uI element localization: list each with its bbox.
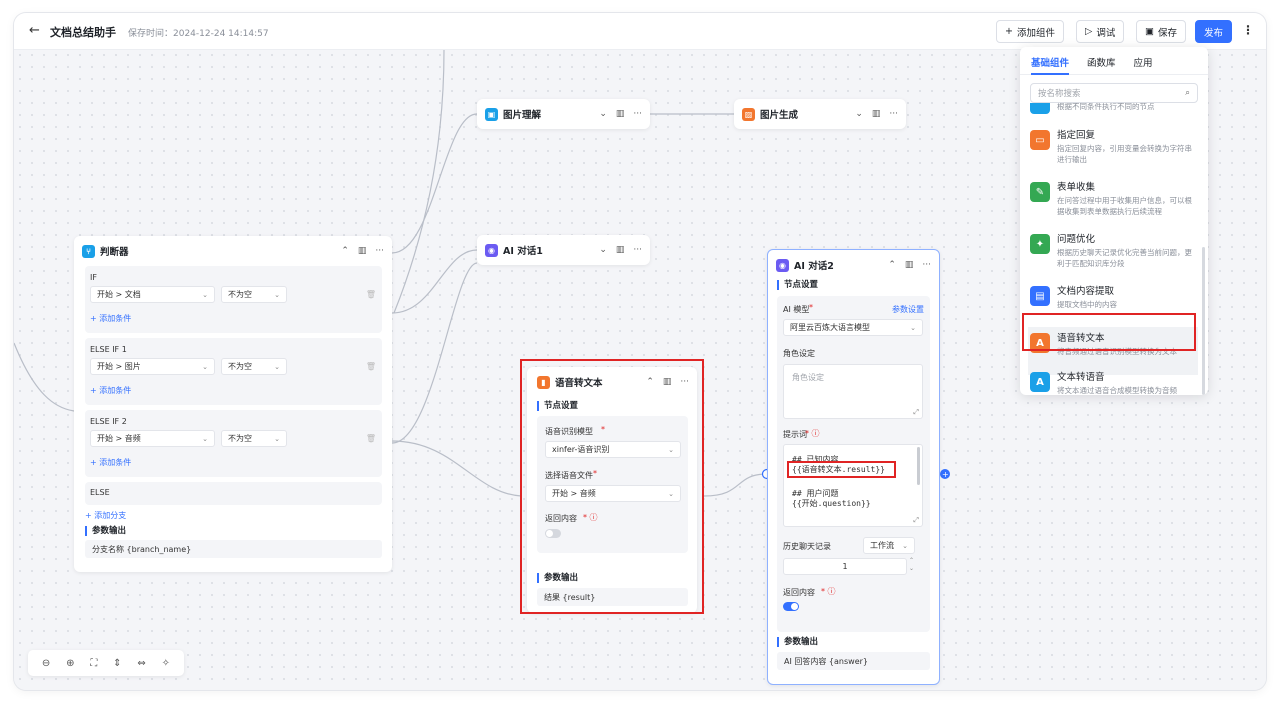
text-to-speech-icon: A bbox=[1030, 372, 1050, 392]
branch-icon: ⑂ bbox=[82, 244, 95, 258]
chevron-up-icon[interactable]: ⌃ bbox=[341, 246, 349, 256]
canvas-toolbar: ⊖ ⊕ ⛶ ⇕ ⇔ ✧ bbox=[28, 650, 184, 676]
chevron-down-icon[interactable]: ⌄ bbox=[855, 109, 863, 119]
fit-view-icon[interactable]: ⛶ bbox=[90, 658, 97, 669]
save-time: 保存时间：2024-12-24 14:14:57 bbox=[128, 29, 269, 39]
role-textarea[interactable]: 角色设定 ⤢ bbox=[783, 364, 923, 419]
app-title: 文档总结助手 bbox=[50, 26, 116, 39]
optimize-icon: ✦ bbox=[1030, 234, 1050, 254]
more-icon[interactable]: ··· bbox=[633, 109, 642, 119]
expand-all-icon[interactable]: ⇔ bbox=[137, 658, 145, 669]
add-condition-button[interactable]: + 添加条件 bbox=[90, 457, 131, 468]
image-generate-icon: ▨ bbox=[742, 107, 755, 121]
chevron-down-icon[interactable]: ⌄ bbox=[599, 245, 607, 255]
more-icon[interactable]: ··· bbox=[375, 246, 384, 256]
settings-title: 节点设置 bbox=[777, 280, 818, 290]
list-item-partial[interactable]: 根据不同条件执行不同的节点 bbox=[1030, 103, 1200, 114]
output-title: 参数输出 bbox=[777, 637, 818, 647]
image-icon: ▣ bbox=[485, 107, 498, 121]
chat-icon: ◉ bbox=[776, 258, 789, 272]
drawer-scrollbar[interactable] bbox=[1202, 247, 1205, 395]
svg-text:+: + bbox=[942, 470, 949, 479]
more-icon[interactable]: ··· bbox=[889, 109, 898, 119]
more-icon[interactable]: ··· bbox=[922, 260, 931, 270]
app-window: + ← 文档总结助手 保存时间：2024-12-24 14:14:57 + 添加组… bbox=[14, 13, 1266, 690]
output-answer: AI 回答内容 {answer} bbox=[777, 652, 930, 670]
condition-op-select[interactable]: 不为空 ⌄ bbox=[221, 358, 287, 375]
search-icon: ⌕ bbox=[1185, 88, 1190, 98]
play-icon: ▷ bbox=[1085, 26, 1093, 37]
drawer-tabs: 基础组件 函数库 应用 bbox=[1020, 47, 1208, 75]
trash-icon[interactable]: 🗑 bbox=[366, 434, 376, 443]
node-judge[interactable]: ⑂ 判断器 ⌃ ▥ ··· IF 开始 > 文档 ⌄ 不为空 ⌄ 🗑 + 添加条件 … bbox=[74, 236, 392, 572]
tab-function-library[interactable]: 函数库 bbox=[1087, 55, 1116, 75]
add-condition-button[interactable]: + 添加条件 bbox=[90, 313, 131, 324]
history-count-input[interactable]: 1 bbox=[783, 558, 907, 575]
node-image-generate[interactable]: ▨ 图片生成 ⌄ ▥ ··· bbox=[734, 99, 906, 129]
highlight-box-stt-node bbox=[520, 359, 704, 614]
more-vertical-icon[interactable]: ⋮ bbox=[1242, 23, 1254, 37]
chart-icon[interactable]: ▥ bbox=[905, 260, 914, 270]
add-branch-button[interactable]: + 添加分支 bbox=[85, 510, 126, 521]
chat-icon: ◉ bbox=[485, 243, 498, 257]
chart-icon[interactable]: ▥ bbox=[872, 109, 881, 119]
list-item-form[interactable]: ✎ 表单收集 在问答过程中用于收集用户信息，可以根据收集到表单数据执行后续流程 bbox=[1028, 176, 1198, 224]
branch-else-if-2: ELSE IF 2 开始 > 音频 ⌄ 不为空 ⌄ 🗑 + 添加条件 bbox=[85, 410, 382, 477]
scrollbar[interactable] bbox=[917, 447, 920, 485]
node-ai-chat1[interactable]: ◉ AI 对话1 ⌄ ▥ ··· bbox=[477, 235, 650, 265]
expand-icon[interactable]: ⤢ bbox=[913, 516, 919, 525]
branch-else-if-1: ELSE IF 1 开始 > 图片 ⌄ 不为空 ⌄ 🗑 + 添加条件 bbox=[85, 338, 382, 405]
publish-button[interactable]: 发布 bbox=[1195, 20, 1233, 43]
chevron-down-icon[interactable]: ⌄ bbox=[599, 109, 607, 119]
return-content-toggle[interactable] bbox=[783, 602, 799, 611]
condition-op-select[interactable]: 不为空 ⌄ bbox=[221, 286, 287, 303]
prompt-textarea[interactable]: ## 已知内容 {{语音转文本.result}} ## 用户问题 {{开始.qu… bbox=[783, 444, 923, 527]
tab-applications[interactable]: 应用 bbox=[1134, 55, 1153, 75]
branch-else: ELSE bbox=[85, 482, 382, 505]
ai-model-select[interactable]: 阿里云百炼大语言模型 ⌄ bbox=[783, 319, 923, 336]
search-input[interactable]: 按名称搜索 ⌕ bbox=[1030, 83, 1198, 103]
output-title: 参数输出 bbox=[85, 526, 126, 536]
list-item-reply[interactable]: ▭ 指定回复 指定回复内容，引用变量会转换为字符串进行输出 bbox=[1028, 124, 1198, 172]
add-component-button[interactable]: + 添加组件 bbox=[996, 20, 1064, 43]
condition-field-select[interactable]: 开始 > 文档 ⌄ bbox=[90, 286, 215, 303]
condition-field-select[interactable]: 开始 > 音频 ⌄ bbox=[90, 430, 215, 447]
highlight-box-prompt-variable bbox=[787, 461, 896, 478]
form-icon: ✎ bbox=[1030, 182, 1050, 202]
trash-icon[interactable]: 🗑 bbox=[366, 362, 376, 371]
document-icon: ▤ bbox=[1030, 286, 1050, 306]
top-header: ← 文档总结助手 保存时间：2024-12-24 14:14:57 + 添加组件 … bbox=[14, 13, 1266, 50]
collapse-icon[interactable]: ⇕ bbox=[113, 658, 121, 669]
arrow-left-icon[interactable]: ← bbox=[29, 23, 40, 38]
plus-icon: + bbox=[1005, 26, 1013, 37]
save-icon: ▣ bbox=[1145, 26, 1154, 37]
more-icon[interactable]: ··· bbox=[633, 245, 642, 255]
chart-icon[interactable]: ▥ bbox=[616, 109, 625, 119]
chart-icon[interactable]: ▥ bbox=[358, 246, 367, 256]
highlight-box-stt-item bbox=[1022, 313, 1196, 351]
chart-icon[interactable]: ▥ bbox=[616, 245, 625, 255]
condition-field-select[interactable]: 开始 > 图片 ⌄ bbox=[90, 358, 215, 375]
reply-icon: ▭ bbox=[1030, 130, 1050, 150]
save-button[interactable]: ▣ 保存 bbox=[1136, 20, 1186, 43]
debug-button[interactable]: ▷ 调试 bbox=[1076, 20, 1125, 43]
trash-icon[interactable]: 🗑 bbox=[366, 290, 376, 299]
history-mode-select[interactable]: 工作流 ⌄ bbox=[863, 537, 915, 554]
branch-icon bbox=[1030, 103, 1050, 114]
add-condition-button[interactable]: + 添加条件 bbox=[90, 385, 131, 396]
output-branch-name: 分支名称 {branch_name} bbox=[85, 540, 382, 558]
beautify-icon[interactable]: ✧ bbox=[162, 658, 170, 669]
list-item-text-to-speech[interactable]: A 文本转语音 将文本通过语音合成模型转换为音频 bbox=[1028, 366, 1198, 395]
expand-icon[interactable]: ⤢ bbox=[913, 408, 919, 417]
tab-basic-components[interactable]: 基础组件 bbox=[1031, 55, 1070, 75]
zoom-out-icon[interactable]: ⊖ bbox=[42, 658, 50, 669]
condition-op-select[interactable]: 不为空 ⌄ bbox=[221, 430, 287, 447]
zoom-in-icon[interactable]: ⊕ bbox=[66, 658, 74, 669]
param-settings-link[interactable]: 参数设置 bbox=[892, 304, 924, 315]
chevron-up-icon[interactable]: ⌃ bbox=[888, 260, 896, 270]
branch-if: IF 开始 > 文档 ⌄ 不为空 ⌄ 🗑 + 添加条件 bbox=[85, 266, 382, 333]
list-item-optimize[interactable]: ✦ 问题优化 根据历史聊天记录优化完善当前问题，更利于匹配知识库分段 bbox=[1028, 228, 1198, 276]
node-image-understand[interactable]: ▣ 图片理解 ⌄ ▥ ··· bbox=[477, 99, 650, 129]
stepper-icon[interactable]: ⌃ ⌄ bbox=[909, 557, 914, 573]
